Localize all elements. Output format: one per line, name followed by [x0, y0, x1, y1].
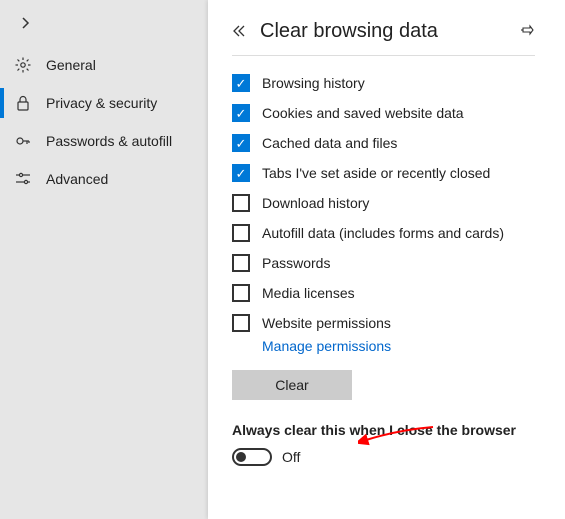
sidebar-item-label: General: [46, 57, 96, 73]
option-row[interactable]: Autofill data (includes forms and cards): [232, 224, 535, 242]
sidebar-item-passwords[interactable]: Passwords & autofill: [0, 122, 208, 160]
option-row[interactable]: ✓ Cookies and saved website data: [232, 104, 535, 122]
always-clear-toggle[interactable]: [232, 448, 272, 466]
settings-sidebar: General Privacy & security Passwords & a…: [0, 0, 208, 519]
sidebar-item-advanced[interactable]: Advanced: [0, 160, 208, 198]
lock-icon: [14, 95, 32, 111]
checkbox[interactable]: ✓: [232, 104, 250, 122]
sliders-icon: [14, 171, 32, 187]
checkbox[interactable]: ✓: [232, 74, 250, 92]
pin-icon[interactable]: [521, 23, 535, 40]
sidebar-item-general[interactable]: General: [0, 46, 208, 84]
option-label: Browsing history: [262, 75, 365, 91]
always-clear-toggle-row: Off: [232, 448, 535, 466]
sidebar-item-label: Advanced: [46, 171, 108, 187]
manage-permissions-link[interactable]: Manage permissions: [262, 338, 535, 354]
option-row[interactable]: Website permissions: [232, 314, 535, 332]
panel-header: Clear browsing data: [232, 20, 535, 56]
settings-panel: Clear browsing data ✓ Browsing history ✓ Co…: [208, 0, 565, 519]
option-row[interactable]: ✓ Browsing history: [232, 74, 535, 92]
option-row[interactable]: ✓ Cached data and files: [232, 134, 535, 152]
checkbox[interactable]: [232, 254, 250, 272]
always-clear-label: Always clear this when I close the brows…: [232, 422, 535, 438]
option-row[interactable]: Download history: [232, 194, 535, 212]
option-label: Website permissions: [262, 315, 391, 331]
toggle-state-label: Off: [282, 449, 300, 465]
option-label: Media licenses: [262, 285, 355, 301]
option-row[interactable]: Media licenses: [232, 284, 535, 302]
option-label: Download history: [262, 195, 369, 211]
checkbox[interactable]: [232, 284, 250, 302]
checkbox[interactable]: [232, 314, 250, 332]
option-label: Passwords: [262, 255, 330, 271]
back-icon[interactable]: [232, 24, 246, 40]
option-label: Tabs I've set aside or recently closed: [262, 165, 490, 181]
option-label: Cached data and files: [262, 135, 397, 151]
key-icon: [14, 133, 32, 149]
option-label: Cookies and saved website data: [262, 105, 464, 121]
expand-chevron-icon[interactable]: [0, 10, 208, 46]
option-row[interactable]: ✓ Tabs I've set aside or recently closed: [232, 164, 535, 182]
gear-icon: [14, 57, 32, 73]
checkbox[interactable]: ✓: [232, 164, 250, 182]
clear-button[interactable]: Clear: [232, 370, 352, 400]
sidebar-item-label: Privacy & security: [46, 95, 157, 111]
option-row[interactable]: Passwords: [232, 254, 535, 272]
checkbox[interactable]: [232, 194, 250, 212]
checkbox[interactable]: [232, 224, 250, 242]
panel-title: Clear browsing data: [260, 20, 507, 43]
sidebar-item-privacy[interactable]: Privacy & security: [0, 84, 208, 122]
checkbox[interactable]: ✓: [232, 134, 250, 152]
sidebar-item-label: Passwords & autofill: [46, 133, 172, 149]
option-label: Autofill data (includes forms and cards): [262, 225, 504, 241]
